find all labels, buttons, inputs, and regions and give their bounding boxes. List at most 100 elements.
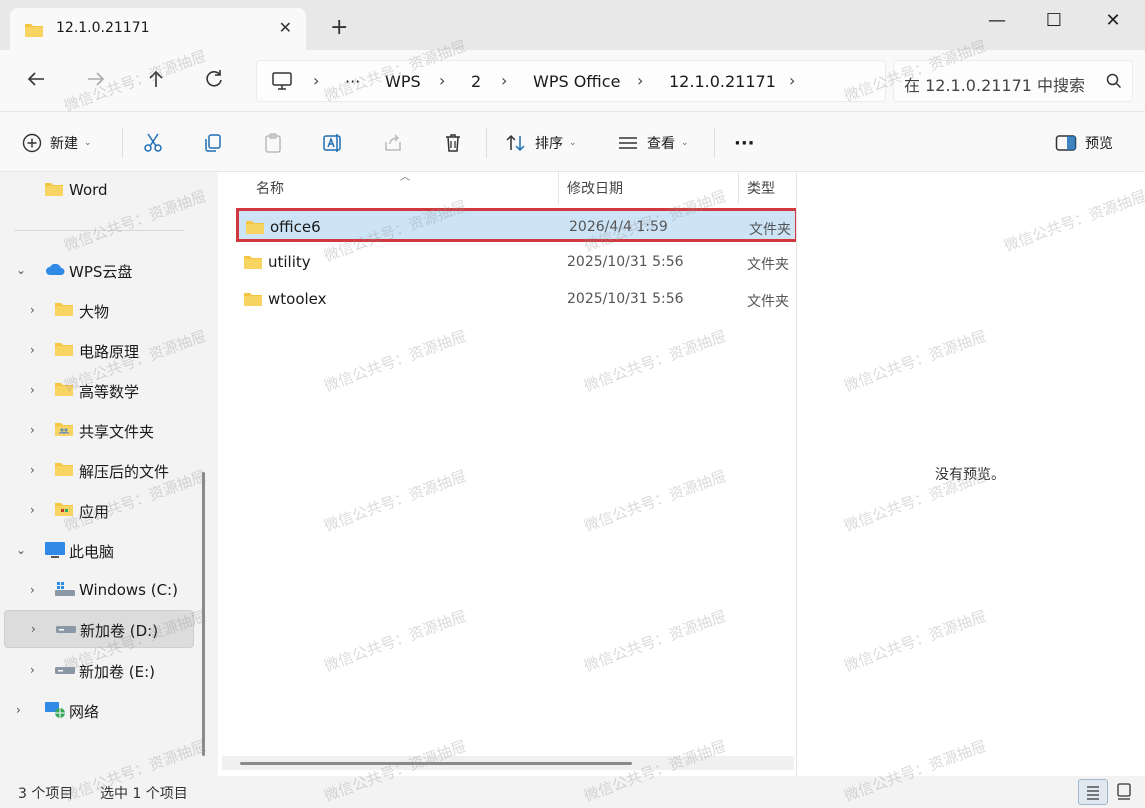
tiles-view-button[interactable]: [1110, 779, 1140, 805]
computer-icon[interactable]: [271, 71, 293, 95]
breadcrumb-item[interactable]: WPS Office: [533, 72, 620, 91]
breadcrumb-separator[interactable]: ›: [789, 71, 795, 90]
back-button[interactable]: [22, 68, 50, 96]
breadcrumb-separator[interactable]: ›: [637, 71, 643, 90]
paste-button[interactable]: [262, 130, 284, 156]
sidebar-item-wps-cloud[interactable]: ⌄ WPS云盘: [4, 252, 194, 290]
sidebar-item-shared[interactable]: › 共享文件夹: [4, 412, 194, 450]
forward-button[interactable]: [82, 68, 110, 96]
copy-button[interactable]: [202, 130, 224, 156]
sidebar-item-math[interactable]: › 高等数学: [4, 372, 194, 410]
column-header-modified[interactable]: 修改日期: [567, 178, 623, 208]
copy-icon: [205, 134, 221, 152]
rename-button[interactable]: [322, 130, 344, 156]
chevron-down-icon[interactable]: ⌄: [16, 263, 26, 277]
title-bar: 12.1.0.21171 ✕ + — ☐ ✕: [0, 0, 1145, 50]
sort-button[interactable]: 排序 ⌄: [505, 130, 577, 156]
chevron-down-icon[interactable]: ⌄: [16, 543, 26, 557]
delete-button[interactable]: [442, 130, 464, 156]
chevron-right-icon[interactable]: ›: [31, 622, 36, 636]
chevron-right-icon[interactable]: ›: [30, 663, 35, 677]
drive-icon: [55, 620, 77, 640]
table-row[interactable]: wtoolex 2025/10/31 5:56 文件夹: [218, 283, 796, 317]
column-header-type[interactable]: 类型: [747, 178, 775, 208]
sidebar-item-label: WPS云盘: [69, 263, 133, 281]
preview-button-label: 预览: [1085, 136, 1113, 152]
sidebar-item-drive-c[interactable]: › Windows (C:): [4, 572, 194, 610]
sidebar-divider: [14, 230, 184, 231]
sidebar-item-label: 新加卷 (D:): [80, 622, 159, 640]
share-icon: [385, 134, 401, 151]
chevron-right-icon[interactable]: ›: [30, 423, 35, 437]
folder-icon: [54, 381, 74, 401]
tab-title: 12.1.0.21171: [56, 20, 150, 36]
breadcrumb-separator[interactable]: ›: [501, 71, 507, 90]
item-count: 3 个项目: [18, 786, 74, 802]
chevron-right-icon[interactable]: ›: [30, 463, 35, 477]
details-view-button[interactable]: [1078, 779, 1108, 805]
view-button[interactable]: 查看 ⌄: [617, 130, 689, 156]
file-name: office6: [270, 218, 321, 236]
chevron-right-icon[interactable]: ›: [30, 383, 35, 397]
sidebar-item-label: 应用: [79, 503, 110, 521]
tab-close-icon[interactable]: ✕: [279, 18, 292, 37]
column-header-name[interactable]: 名称: [256, 178, 284, 208]
tiles-view-icon: [1117, 783, 1131, 800]
folder-icon: [245, 219, 265, 239]
chevron-right-icon[interactable]: ›: [30, 343, 35, 357]
chevron-down-icon: ⌄: [569, 138, 577, 148]
folder-icon: [24, 22, 44, 42]
chevron-right-icon[interactable]: ›: [30, 503, 35, 517]
sidebar-item-drive-d[interactable]: › 新加卷 (D:): [4, 610, 194, 648]
file-modified: 2025/10/31 5:56: [567, 254, 684, 270]
up-button[interactable]: [142, 68, 170, 96]
chevron-right-icon[interactable]: ›: [30, 583, 35, 597]
computer-icon: [44, 541, 66, 563]
chevron-right-icon[interactable]: ›: [30, 303, 35, 317]
search-icon[interactable]: [1106, 73, 1122, 93]
trash-icon: [446, 134, 460, 152]
sidebar-item-apps[interactable]: › 应用: [4, 492, 194, 530]
sidebar-item-drive-e[interactable]: › 新加卷 (E:): [4, 652, 194, 690]
sidebar-item-dawu[interactable]: › 大物: [4, 292, 194, 330]
breadcrumb-item[interactable]: WPS: [385, 72, 421, 91]
breadcrumb-separator[interactable]: ›: [439, 71, 445, 90]
new-button[interactable]: 新建 ⌄: [22, 130, 92, 156]
sidebar-item-extracted[interactable]: › 解压后的文件: [4, 452, 194, 490]
column-divider[interactable]: [558, 172, 559, 204]
preview-pane-button[interactable]: 预览: [1055, 130, 1113, 156]
sidebar-item-word[interactable]: Word: [4, 172, 194, 210]
sidebar-item-network[interactable]: › 网络: [4, 692, 194, 730]
table-row[interactable]: utility 2025/10/31 5:56 文件夹: [218, 246, 796, 280]
more-options-button[interactable]: ···: [734, 130, 755, 156]
breadcrumb-more[interactable]: ···: [345, 72, 360, 91]
file-type: 文件夹: [749, 222, 791, 238]
close-window-button[interactable]: ✕: [1093, 6, 1133, 36]
refresh-icon: [206, 70, 222, 87]
column-divider[interactable]: [738, 172, 739, 204]
search-input[interactable]: 在 12.1.0.21171 中搜索: [893, 60, 1133, 102]
share-button[interactable]: [382, 130, 404, 156]
table-row[interactable]: office6 2026/4/4 1:59 文件夹: [236, 208, 798, 242]
new-tab-button[interactable]: +: [330, 17, 348, 39]
sidebar-item-circuits[interactable]: › 电路原理: [4, 332, 194, 370]
sidebar-item-this-pc[interactable]: ⌄ 此电脑: [4, 532, 194, 570]
breadcrumb[interactable]: › ··· WPS › 2 › WPS Office › 12.1.0.2117…: [256, 60, 886, 102]
command-bar: 新建 ⌄ 排序 ⌄ 查看 ⌄ ··· 预览: [0, 112, 1145, 172]
refresh-button[interactable]: [200, 68, 228, 96]
divider: [122, 128, 123, 158]
tab-current[interactable]: 12.1.0.21171 ✕: [10, 8, 306, 50]
breadcrumb-item[interactable]: 2: [471, 72, 481, 91]
maximize-button[interactable]: ☐: [1034, 6, 1074, 36]
minimize-button[interactable]: —: [977, 6, 1017, 36]
breadcrumb-separator[interactable]: ›: [313, 71, 319, 90]
breadcrumb-item[interactable]: 12.1.0.21171: [669, 72, 776, 91]
chevron-right-icon[interactable]: ›: [16, 703, 21, 717]
new-button-label: 新建: [50, 136, 78, 152]
horizontal-scrollbar[interactable]: [240, 762, 632, 765]
sidebar-scrollbar[interactable]: [202, 472, 205, 756]
sidebar-item-label: Windows (C:): [79, 581, 178, 599]
sidebar-item-label: 网络: [69, 703, 100, 721]
sidebar-item-label: 大物: [79, 303, 110, 321]
cut-button[interactable]: [142, 130, 164, 156]
